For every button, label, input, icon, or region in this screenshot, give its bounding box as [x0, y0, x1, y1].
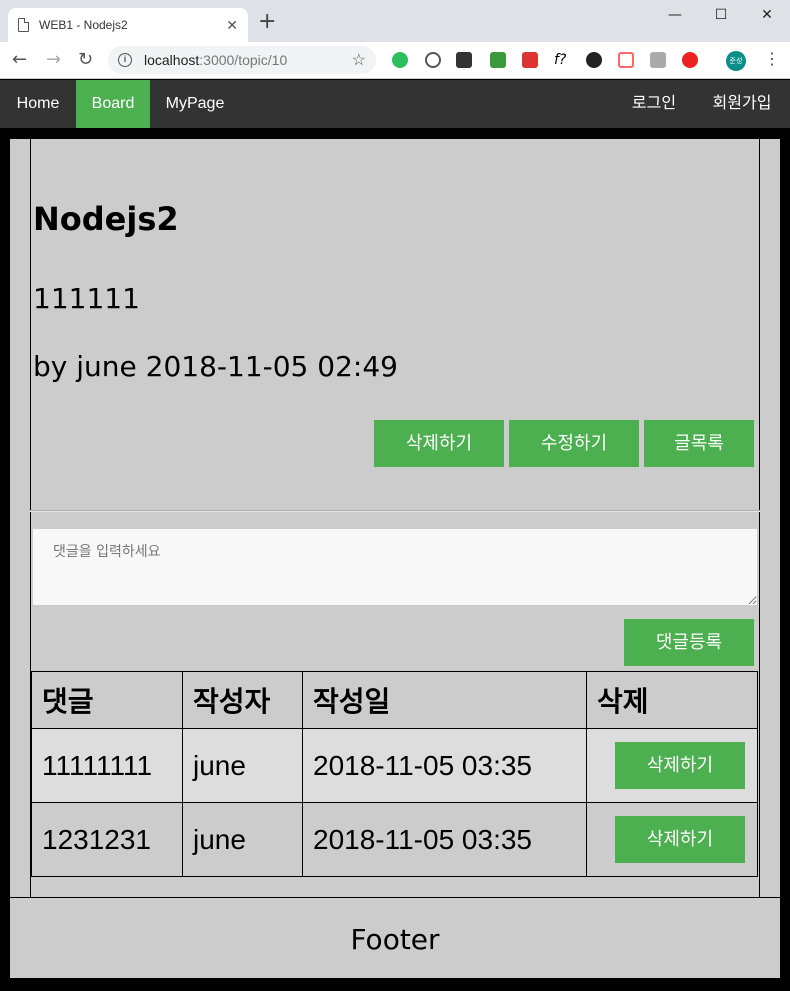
- profile-avatar[interactable]: 준성: [726, 51, 746, 71]
- forward-button[interactable]: →: [46, 50, 61, 70]
- address-bar[interactable]: i localhost:3000/topic/10 ☆: [108, 46, 376, 74]
- off-extension-icon[interactable]: [522, 52, 538, 68]
- nav-board[interactable]: Board: [76, 80, 150, 128]
- tab-close-icon[interactable]: ✕: [226, 17, 238, 34]
- block-extension-icon[interactable]: [682, 52, 698, 68]
- comment-input[interactable]: [33, 529, 757, 605]
- font-extension-icon[interactable]: f?: [554, 52, 570, 68]
- footer: Footer: [10, 898, 780, 978]
- post-body: 111111: [33, 282, 140, 315]
- comment-author: june: [182, 728, 303, 803]
- browser-toolbar: ← → ↻ i localhost:3000/topic/10 ☆ f? 준성 …: [0, 42, 790, 79]
- delete-comment-button[interactable]: 삭제하기: [615, 816, 745, 863]
- chat-extension-icon[interactable]: [425, 52, 441, 68]
- back-button[interactable]: ←: [12, 50, 27, 70]
- nav-login[interactable]: 로그인: [614, 80, 694, 128]
- nav-signup[interactable]: 회원가입: [694, 80, 790, 128]
- post-title: Nodejs2: [33, 200, 179, 238]
- url-host: localhost: [144, 52, 200, 68]
- submit-comment-button[interactable]: 댓글등록: [624, 619, 754, 666]
- header-date: 작성일: [302, 671, 587, 729]
- maximize-button[interactable]: ☐: [698, 0, 744, 30]
- eyedropper-extension-icon[interactable]: [490, 52, 506, 68]
- site-nav: Home Board MyPage 로그인 회원가입: [0, 80, 790, 128]
- browser-tab[interactable]: WEB1 - Nodejs2 ✕: [8, 8, 248, 42]
- incognito-extension-icon[interactable]: [456, 52, 472, 68]
- pin-extension-icon[interactable]: [650, 52, 666, 68]
- page-icon: [18, 18, 29, 32]
- arrow-extension-icon[interactable]: [618, 52, 634, 68]
- comment-delete-cell: 삭제하기: [586, 802, 758, 877]
- table-row: 1231231 june 2018-11-05 03:35 삭제하기: [31, 802, 758, 877]
- delete-post-button[interactable]: 삭제하기: [374, 420, 504, 467]
- comment-date: 2018-11-05 03:35: [302, 802, 587, 877]
- tab-title: WEB1 - Nodejs2: [39, 18, 128, 32]
- new-tab-button[interactable]: +: [258, 11, 276, 33]
- comments-table: 댓글 작성자 작성일 삭제 11111111 june 2018-11-05 0…: [31, 671, 758, 877]
- nav-home[interactable]: Home: [0, 80, 76, 128]
- comment-delete-cell: 삭제하기: [586, 728, 758, 803]
- table-row: 11111111 june 2018-11-05 03:35 삭제하기: [31, 728, 758, 803]
- minimize-button[interactable]: —: [652, 0, 698, 30]
- url-path: :3000/topic/10: [199, 52, 288, 68]
- divider: [30, 510, 760, 512]
- comment-text: 1231231: [31, 802, 183, 877]
- color-extension-icon[interactable]: [586, 52, 602, 68]
- comment-author: june: [182, 802, 303, 877]
- evernote-extension-icon[interactable]: [392, 52, 408, 68]
- bookmark-star-icon[interactable]: ☆: [352, 50, 366, 70]
- comment-date: 2018-11-05 03:35: [302, 728, 587, 803]
- header-author: 작성자: [182, 671, 303, 729]
- browser-menu-icon[interactable]: ⋮: [764, 50, 780, 68]
- post-list-button[interactable]: 글목록: [644, 420, 754, 467]
- browser-tabbar: WEB1 - Nodejs2 ✕ + — ☐ ✕: [0, 0, 790, 42]
- right-border: [759, 139, 760, 897]
- nav-mypage[interactable]: MyPage: [150, 80, 240, 128]
- delete-comment-button[interactable]: 삭제하기: [615, 742, 745, 789]
- info-icon[interactable]: i: [118, 53, 132, 67]
- header-delete: 삭제: [586, 671, 758, 729]
- reload-button[interactable]: ↻: [78, 50, 93, 70]
- window-close-button[interactable]: ✕: [744, 0, 790, 30]
- comment-text: 11111111: [31, 728, 183, 803]
- edit-post-button[interactable]: 수정하기: [509, 420, 639, 467]
- post-meta: by june 2018-11-05 02:49: [33, 350, 398, 383]
- header-comment: 댓글: [31, 671, 183, 729]
